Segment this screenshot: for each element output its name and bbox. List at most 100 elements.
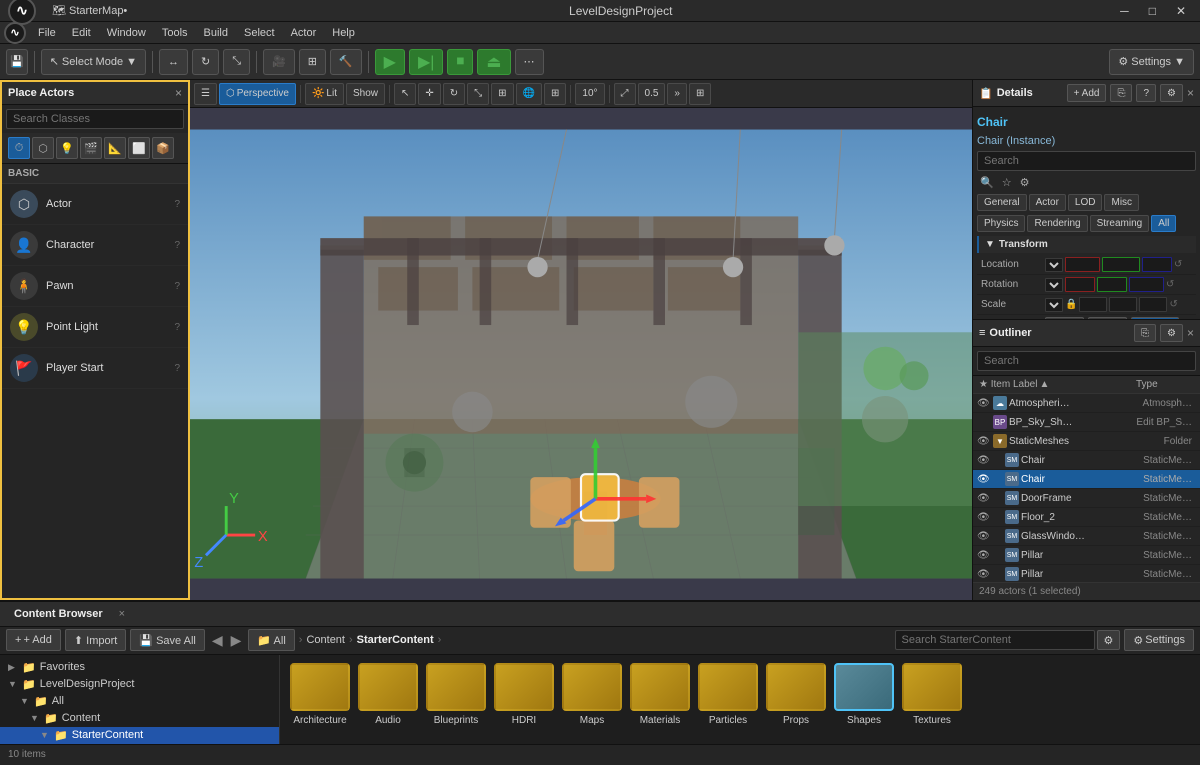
play-button[interactable]: ▶ xyxy=(375,49,405,75)
category-shapes[interactable]: ⬡ xyxy=(32,137,54,159)
outliner-item-floor[interactable]: 👁 SM Floor_2 StaticMe… xyxy=(973,508,1200,527)
transform-button[interactable]: ↔ xyxy=(159,49,188,75)
cb-nav-forward[interactable]: ▶ xyxy=(228,632,245,649)
actor-item-character[interactable]: 👤 Character ? xyxy=(2,225,188,266)
actor-info-pawn[interactable]: ? xyxy=(174,281,180,292)
eject-button[interactable]: ⏏ xyxy=(477,49,510,75)
cb-add-button[interactable]: + + Add xyxy=(6,629,61,651)
outliner-vis-chair-2[interactable]: 👁 xyxy=(977,474,991,485)
restore-button[interactable]: □ xyxy=(1143,4,1162,18)
location-reset[interactable]: ↺ xyxy=(1174,259,1182,270)
asset-architecture[interactable]: Architecture xyxy=(288,663,352,726)
rotate-tool[interactable]: ↻ xyxy=(443,83,465,105)
location-dropdown[interactable] xyxy=(1045,258,1063,272)
mobility-static-2[interactable]: Static xyxy=(1088,317,1127,319)
cb-nav-back[interactable]: ◀ xyxy=(209,632,226,649)
viewport-show-button[interactable]: Show xyxy=(346,83,385,105)
ue-logo[interactable]: ∿ xyxy=(8,0,36,25)
menu-select[interactable]: Select xyxy=(236,25,283,41)
breadcrumb-starter-content[interactable]: StarterContent xyxy=(357,634,434,646)
details-tab-physics[interactable]: Physics xyxy=(977,215,1025,232)
details-search-input[interactable] xyxy=(977,151,1196,171)
viewport[interactable]: X Y Z xyxy=(190,108,972,600)
details-bookmark-icon[interactable]: ☆ xyxy=(999,175,1015,190)
world-tool[interactable]: 🌐 xyxy=(516,83,542,105)
rotation-y[interactable]: 0.0° xyxy=(1097,277,1127,292)
outliner-item-pillar-2[interactable]: 👁 SM Pillar StaticMe… xyxy=(973,565,1200,582)
scale-reset[interactable]: ↺ xyxy=(1169,299,1177,310)
menu-window[interactable]: Window xyxy=(99,25,154,41)
scale-z[interactable]: 1.0 xyxy=(1139,297,1167,312)
asset-props[interactable]: Props xyxy=(764,663,828,726)
move-tool[interactable]: ✛ xyxy=(418,83,440,105)
grid-toggle[interactable]: ⊞ xyxy=(689,83,711,105)
details-tab-general[interactable]: General xyxy=(977,194,1027,211)
rotation-reset[interactable]: ↺ xyxy=(1166,279,1174,290)
category-recent[interactable]: ⏱ xyxy=(8,137,30,159)
outliner-vis-doorframe[interactable]: 👁 xyxy=(977,493,991,504)
asset-audio[interactable]: Audio xyxy=(356,663,420,726)
outliner-vis-floor[interactable]: 👁 xyxy=(977,512,991,523)
tree-item-content[interactable]: ▼ 📁 Content xyxy=(0,710,279,727)
category-volumes[interactable]: 📦 xyxy=(152,137,174,159)
details-search-icon[interactable]: 🔍 xyxy=(977,175,997,190)
settings-button[interactable]: ⚙ ⚙ Settings ▼ Settings ▼ xyxy=(1109,49,1194,75)
asset-particles[interactable]: Particles xyxy=(696,663,760,726)
actor-item-point-light[interactable]: 💡 Point Light ? xyxy=(2,307,188,348)
place-actors-close[interactable]: × xyxy=(175,86,182,100)
scale-y[interactable]: 1.0 xyxy=(1109,297,1137,312)
rotation-x[interactable]: 0.0° xyxy=(1065,277,1095,292)
content-browser-close[interactable]: × xyxy=(119,608,125,620)
minimize-button[interactable]: ─ xyxy=(1114,4,1135,18)
location-z[interactable]: 32.0 xyxy=(1142,257,1172,272)
outliner-vis-glass[interactable]: 👁 xyxy=(977,531,991,542)
save-button[interactable]: 💾 xyxy=(6,49,28,75)
actor-info-character[interactable]: ? xyxy=(174,240,180,251)
actor-item-pawn[interactable]: 🧍 Pawn ? xyxy=(2,266,188,307)
rotation-z[interactable]: 33.74° xyxy=(1129,277,1164,292)
rotate-button[interactable]: ↻ xyxy=(192,49,219,75)
scale-value-button[interactable]: 0.5 xyxy=(638,83,666,105)
details-tab-actor[interactable]: Actor xyxy=(1029,194,1066,211)
grid-tool[interactable]: ⊞ xyxy=(544,83,566,105)
cb-settings-button[interactable]: ⚙ Settings xyxy=(1124,629,1194,651)
menu-help[interactable]: Help xyxy=(324,25,363,41)
menu-actor[interactable]: Actor xyxy=(283,25,325,41)
outliner-item-glass[interactable]: 👁 SM GlassWindo… StaticMe… xyxy=(973,527,1200,546)
ue-menu-logo[interactable]: ∿ xyxy=(4,22,26,44)
actor-info-actor[interactable]: ? xyxy=(174,199,180,210)
category-visual[interactable]: 📐 xyxy=(104,137,126,159)
tree-item-favorites[interactable]: ▶ 📁 Favorites xyxy=(0,659,279,676)
menu-file[interactable]: File xyxy=(30,25,64,41)
category-geometry[interactable]: ⬜ xyxy=(128,137,150,159)
category-cinematic[interactable]: 🎬 xyxy=(80,137,102,159)
details-settings-icon[interactable]: ⚙ xyxy=(1017,175,1033,190)
asset-textures[interactable]: Textures xyxy=(900,663,964,726)
outliner-search-input[interactable] xyxy=(977,351,1196,371)
outliner-item-bp-sky[interactable]: BP BP_Sky_Sh… Edit BP_S… xyxy=(973,413,1200,432)
snap-button[interactable]: ⊞ xyxy=(299,49,326,75)
content-browser-tab[interactable]: Content Browser xyxy=(6,605,111,623)
menu-build[interactable]: Build xyxy=(196,25,236,41)
scale-tool[interactable]: ⤡ xyxy=(467,83,489,105)
scale-dropdown[interactable] xyxy=(1045,298,1063,312)
viewport-hamburger[interactable]: ☰ xyxy=(194,83,217,105)
details-help-button[interactable]: ? xyxy=(1136,84,1156,102)
outliner-action-1[interactable]: ⎘ xyxy=(1134,324,1156,342)
asset-blueprints[interactable]: Blueprints xyxy=(424,663,488,726)
viewport-perspective-button[interactable]: ⬡ Perspective xyxy=(219,83,296,105)
details-tab-streaming[interactable]: Streaming xyxy=(1090,215,1150,232)
scale-button[interactable]: ⤡ xyxy=(223,49,250,75)
outliner-col-type[interactable]: Type xyxy=(1130,376,1200,393)
outliner-item-chair-2[interactable]: 👁 SM Chair StaticMe… xyxy=(973,470,1200,489)
asset-materials[interactable]: Materials xyxy=(628,663,692,726)
actor-info-point-light[interactable]: ? xyxy=(174,322,180,333)
select-tool[interactable]: ↖ xyxy=(394,83,416,105)
camera-button[interactable]: 🎥 xyxy=(263,49,295,75)
outliner-vis-pillar-1[interactable]: 👁 xyxy=(977,550,991,561)
rotation-dropdown[interactable] xyxy=(1045,278,1063,292)
location-y[interactable]: -100.0 xyxy=(1102,257,1140,272)
grid-value-button[interactable]: 10° xyxy=(575,83,604,105)
cb-search-options-button[interactable]: ⚙ xyxy=(1097,630,1121,650)
outliner-action-2[interactable]: ⚙ xyxy=(1160,324,1183,342)
